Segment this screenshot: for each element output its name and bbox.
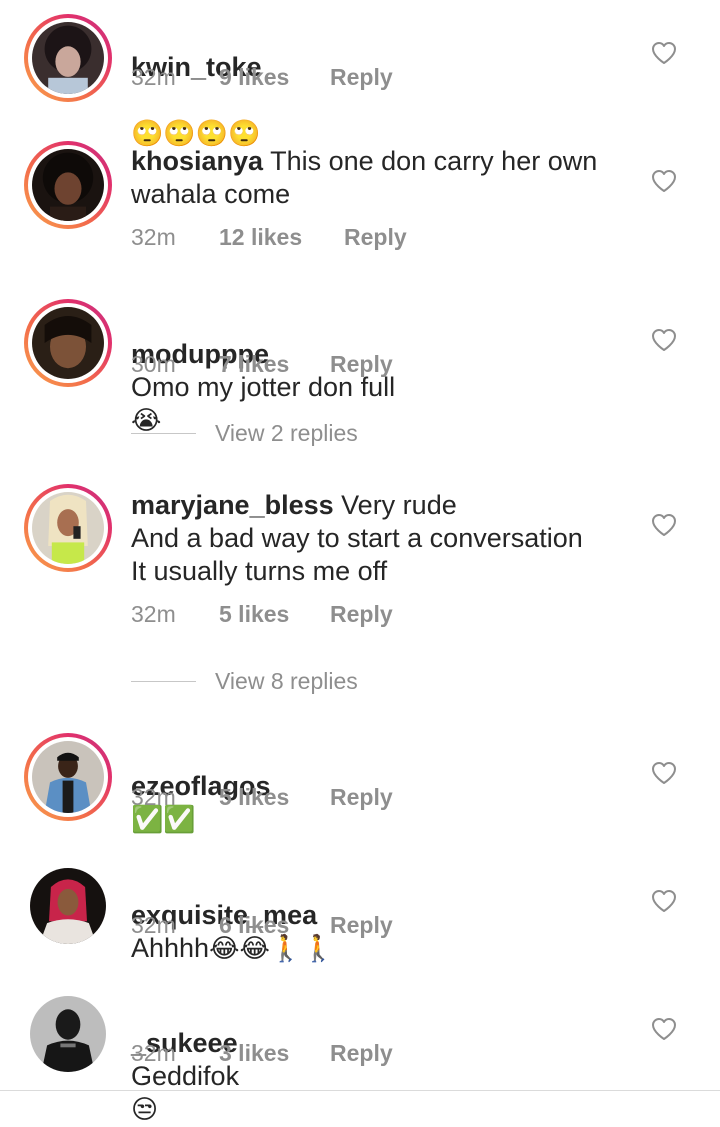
heart-outline-icon[interactable] — [651, 761, 677, 785]
heart-outline-icon[interactable] — [651, 169, 677, 193]
avatar-image — [32, 492, 104, 564]
avatar-image — [30, 996, 106, 1072]
comment-likes[interactable]: 3 likes — [219, 1039, 330, 1067]
heart-outline-icon[interactable] — [651, 513, 677, 537]
comment-time: 32m — [131, 912, 176, 938]
reply-button[interactable]: Reply — [330, 911, 393, 939]
comment-time: 32m — [131, 64, 176, 90]
avatar[interactable] — [30, 868, 106, 944]
avatar-image — [32, 741, 104, 813]
comment-likes[interactable]: 9 likes — [219, 63, 330, 91]
comment-likes[interactable]: 12 likes — [219, 223, 344, 251]
divider — [131, 681, 196, 682]
comment-likes[interactable]: 6 likes — [219, 911, 330, 939]
view-replies-button[interactable]: View 2 replies — [131, 420, 358, 447]
comment-time: 32m — [131, 224, 176, 250]
reply-button[interactable]: Reply — [330, 63, 393, 91]
avatar[interactable] — [30, 996, 106, 1072]
avatar-image — [32, 149, 104, 221]
reply-button[interactable]: Reply — [330, 783, 393, 811]
reply-button[interactable]: Reply — [330, 600, 393, 628]
avatar[interactable] — [24, 299, 112, 387]
avatar-image — [30, 868, 106, 944]
comment-time: 32m — [131, 1040, 176, 1066]
comment-time: 32m — [131, 601, 176, 627]
view-replies-label: View 2 replies — [215, 420, 358, 446]
view-replies-label: View 8 replies — [215, 668, 358, 694]
avatar[interactable] — [24, 141, 112, 229]
avatar-image — [32, 307, 104, 379]
bottom-divider — [0, 1090, 720, 1091]
avatar[interactable] — [24, 484, 112, 572]
comment-likes[interactable]: 5 likes — [219, 783, 330, 811]
comment-likes[interactable]: 5 likes — [219, 600, 330, 628]
heart-outline-icon[interactable] — [651, 328, 677, 352]
comment-username[interactable]: maryjane_bless — [131, 490, 334, 520]
comment-time: 30m — [131, 351, 176, 377]
comment-likes[interactable]: 7 likes — [219, 350, 330, 378]
reply-button[interactable]: Reply — [344, 223, 407, 251]
avatar[interactable] — [24, 733, 112, 821]
heart-outline-icon[interactable] — [651, 41, 677, 65]
comment-username[interactable]: khosianya — [131, 146, 263, 176]
divider — [131, 433, 196, 434]
reply-button[interactable]: Reply — [330, 350, 393, 378]
comment-time: 32m — [131, 784, 176, 810]
avatar[interactable] — [24, 14, 112, 102]
comment-emoji: 😒 — [131, 1095, 159, 1125]
avatar-image — [32, 22, 104, 94]
view-replies-button[interactable]: View 8 replies — [131, 668, 358, 695]
reply-button[interactable]: Reply — [330, 1039, 393, 1067]
heart-outline-icon[interactable] — [651, 889, 677, 913]
heart-outline-icon[interactable] — [651, 1017, 677, 1041]
